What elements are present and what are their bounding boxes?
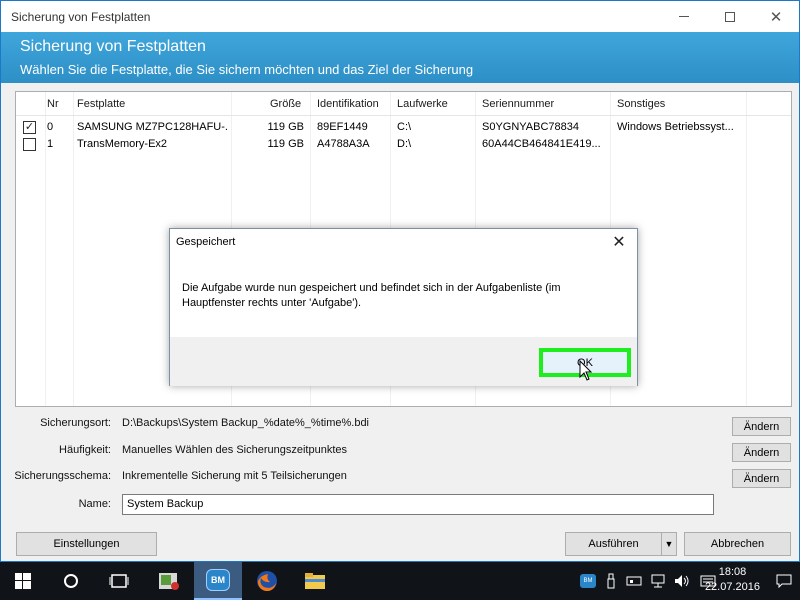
speaker-icon — [675, 575, 689, 587]
column-header-id[interactable]: Identifikation — [317, 98, 379, 110]
drive-utility-icon — [159, 573, 179, 590]
cell-serial: S0YGNYABC78834 — [482, 121, 580, 133]
windows-logo-icon — [15, 573, 31, 589]
settings-button[interactable]: Einstellungen — [16, 532, 157, 556]
tray-usb-icon[interactable] — [602, 562, 620, 600]
backup-window: Sicherung von Festplatten ✕ Sicherung vo… — [0, 0, 800, 562]
column-header-other[interactable]: Sonstiges — [617, 98, 665, 110]
disk-checkbox[interactable]: ✓ — [23, 121, 36, 134]
saved-dialog: Gespeichert ✕ Die Aufgabe wurde nun gesp… — [169, 228, 638, 386]
cell-id: A4788A3A — [317, 138, 370, 150]
firefox-icon — [257, 571, 277, 592]
dialog-footer: OK — [170, 337, 637, 386]
dropdown-arrow-icon: ▼ — [664, 539, 674, 549]
cell-disk: TransMemory-Ex2 — [77, 138, 168, 150]
clock-time: 18:08 — [718, 566, 747, 578]
run-button[interactable]: Ausführen — [565, 532, 662, 556]
column-header-size[interactable]: Größe — [270, 98, 301, 110]
change-frequency-button[interactable]: Ändern — [732, 443, 791, 462]
taskbar-app-drive-utility[interactable] — [146, 562, 192, 600]
cell-size: 119 GB — [267, 121, 305, 133]
dialog-close-button[interactable]: ✕ — [607, 231, 631, 253]
scheme-label: Sicherungsschema: — [14, 470, 111, 482]
notifications-icon — [776, 574, 792, 588]
header-title: Sicherung von Festplatten — [20, 38, 206, 55]
clock-date: 22.07.2016 — [704, 581, 760, 593]
close-icon: ✕ — [612, 234, 626, 251]
frequency-value: Manuelles Wählen des Sicherungszeitpunkt… — [122, 444, 348, 456]
column-header-drives[interactable]: Laufwerke — [397, 98, 448, 110]
mouse-cursor-icon — [579, 360, 593, 381]
location-label: Sicherungsort: — [40, 417, 111, 429]
folder-icon — [305, 573, 325, 589]
taskbar-app-backup[interactable]: BM — [194, 562, 242, 600]
cell-nr: 1 — [47, 138, 54, 150]
column-header-disk[interactable]: Festplatte — [77, 98, 125, 110]
maximize-icon — [725, 11, 735, 22]
change-scheme-button[interactable]: Ändern — [732, 469, 791, 488]
dialog-title: Gespeichert — [176, 236, 236, 248]
taskbar-app-firefox[interactable] — [244, 562, 290, 600]
maximize-button[interactable] — [707, 1, 753, 32]
start-button[interactable] — [0, 562, 46, 600]
tray-volume-icon[interactable] — [672, 562, 692, 600]
window-title: Sicherung von Festplatten — [11, 10, 151, 24]
cell-id: 89EF1449 — [317, 121, 368, 133]
header-banner: Sicherung von Festplatten Wählen Sie die… — [1, 32, 799, 83]
backup-tray-icon: BM — [580, 574, 596, 588]
scheme-value: Inkrementelle Sicherung mit 5 Teilsicher… — [122, 470, 347, 482]
taskbar-app-explorer[interactable] — [292, 562, 338, 600]
device-icon — [626, 576, 642, 586]
name-label: Name: — [78, 498, 111, 510]
cancel-button[interactable]: Abbrechen — [684, 532, 791, 556]
tray-backup-icon[interactable]: BM — [576, 562, 600, 600]
task-view-button[interactable] — [96, 562, 142, 600]
search-circle-icon — [64, 574, 78, 588]
minimize-button[interactable] — [661, 1, 707, 32]
run-dropdown-button[interactable]: ▼ — [661, 532, 677, 556]
cell-drive: D:\ — [397, 138, 412, 150]
table-row[interactable]: ✓ 0 SAMSUNG MZ7PC128HAFU-... 119 GB 89EF… — [16, 119, 791, 136]
task-view-icon — [109, 574, 129, 588]
cell-other: Windows Betriebssyst... — [617, 121, 734, 133]
cell-serial: 60A44CB464841E419... — [482, 138, 601, 150]
disk-checkbox[interactable] — [23, 138, 36, 151]
cell-nr: 0 — [47, 121, 54, 133]
tray-network-icon[interactable] — [648, 562, 668, 600]
cell-size: 119 GB — [267, 138, 305, 150]
table-header: Nr Festplatte Größe Identifikation Laufw… — [16, 92, 791, 116]
tray-device-icon[interactable] — [624, 562, 644, 600]
change-location-button[interactable]: Ändern — [732, 417, 791, 436]
taskbar: BM BM 18:08 22.07.2016 — [0, 562, 800, 600]
notifications-button[interactable] — [768, 562, 800, 600]
usb-icon — [607, 573, 615, 589]
column-header-serial[interactable]: Seriennummer — [482, 98, 554, 110]
cortana-button[interactable] — [48, 562, 94, 600]
location-value: D:\Backups\System Backup_%date%_%time%.b… — [122, 417, 370, 429]
cell-drive: C:\ — [397, 121, 412, 133]
title-bar[interactable]: Sicherung von Festplatten ✕ — [1, 1, 799, 32]
minimize-icon — [679, 16, 689, 17]
cell-disk: SAMSUNG MZ7PC128HAFU-... — [77, 121, 229, 133]
column-header-nr[interactable]: Nr — [47, 98, 59, 110]
network-icon — [651, 574, 665, 588]
table-row[interactable]: 1 TransMemory-Ex2 119 GB A4788A3A D:\ 60… — [16, 136, 791, 153]
taskbar-clock[interactable]: 18:08 22.07.2016 — [705, 565, 760, 595]
close-icon: ✕ — [769, 8, 783, 26]
dialog-message: Die Aufgabe wurde nun gespeichert und be… — [182, 282, 561, 309]
header-subtitle: Wählen Sie die Festplatte, die Sie siche… — [20, 62, 474, 77]
frequency-label: Häufigkeit: — [59, 444, 111, 456]
backup-name-input[interactable]: System Backup — [122, 494, 714, 515]
close-button[interactable]: ✕ — [753, 1, 799, 32]
backup-app-icon: BM — [206, 569, 230, 591]
